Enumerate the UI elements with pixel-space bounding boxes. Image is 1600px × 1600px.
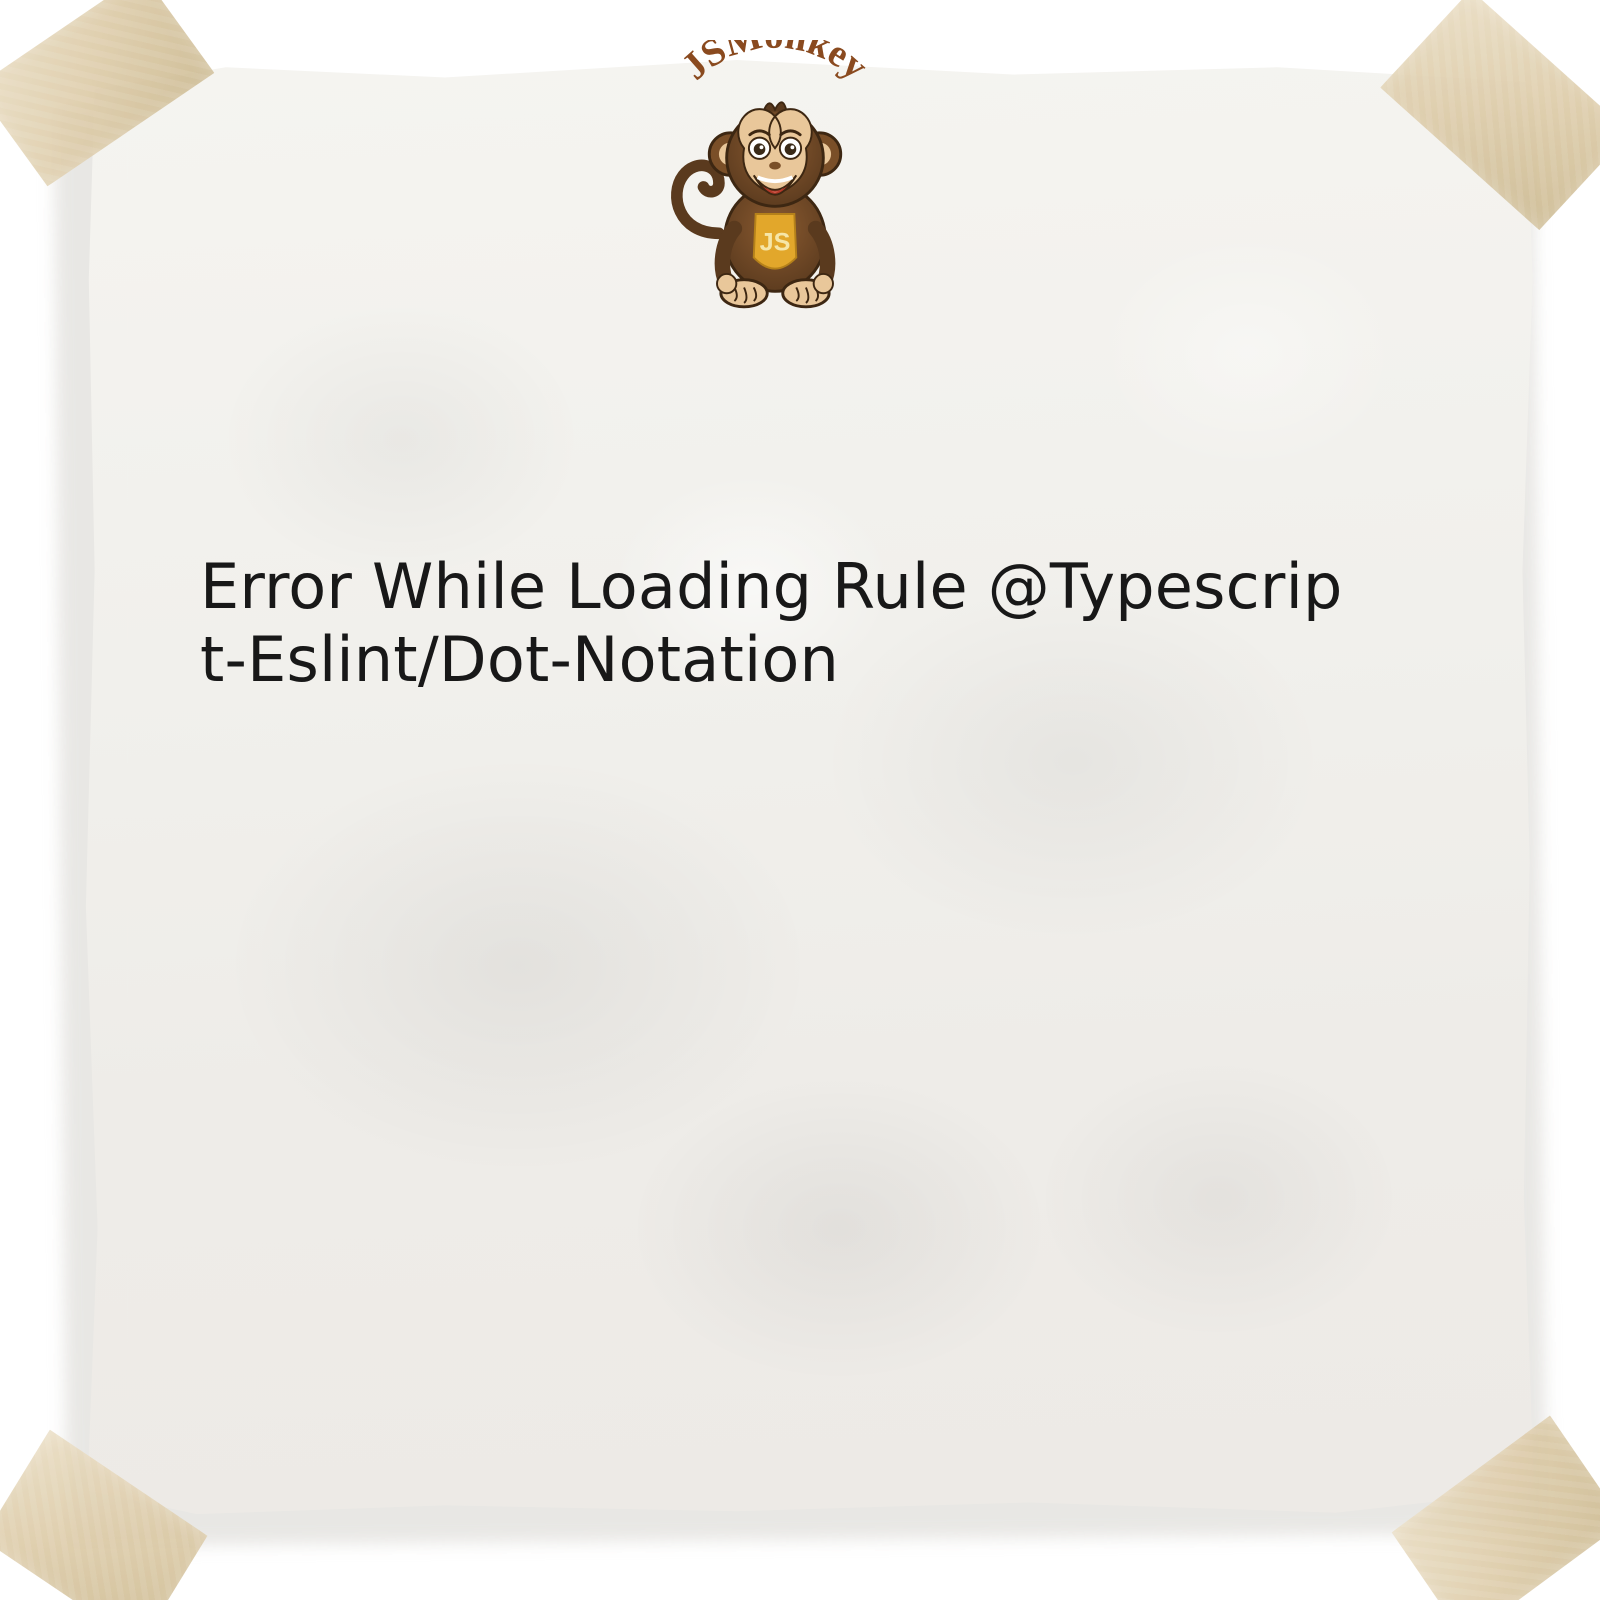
note-headline: Error While Loading Rule @Typescript-Esl… (200, 550, 1355, 696)
monkey-tail (677, 165, 719, 233)
monkey-icon: JSMonkey JS (630, 40, 920, 330)
jsmonkey-logo: JSMonkey JS (630, 40, 920, 330)
stage: JSMonkey JS (0, 0, 1600, 1600)
brand-arc-text: JSMonkey (674, 40, 876, 88)
js-badge-text: JS (760, 229, 791, 257)
